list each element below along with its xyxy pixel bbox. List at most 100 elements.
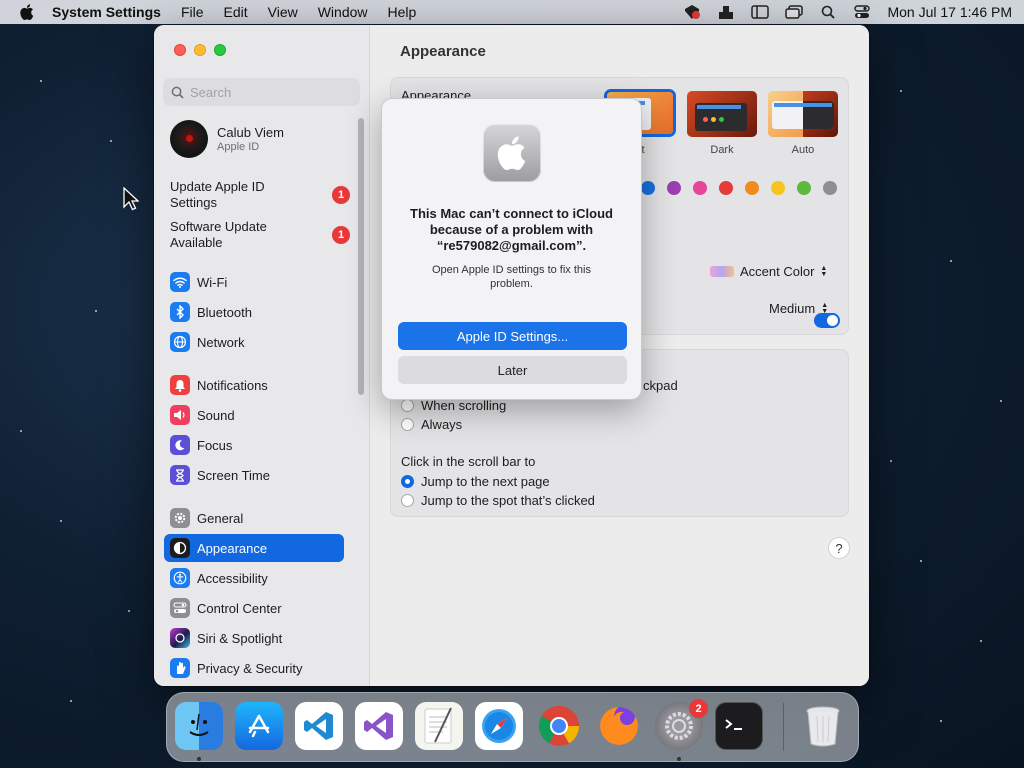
sidebar-scrollbar[interactable]	[358, 118, 364, 395]
sidebar-item-focus[interactable]: Focus	[164, 431, 344, 459]
menu-view[interactable]: View	[268, 4, 298, 20]
dock: 2	[166, 692, 859, 762]
list-status-icon[interactable]	[751, 4, 770, 20]
accent-color-swatch[interactable]	[719, 181, 733, 195]
safari-dock-icon[interactable]	[475, 702, 523, 750]
sidebar-item-appearance[interactable]: Appearance	[164, 534, 344, 562]
visual-studio-dock-icon[interactable]	[355, 702, 403, 750]
dark-appearance-thumbnail[interactable]	[687, 91, 757, 137]
textedit-dock-icon[interactable]	[415, 702, 463, 750]
vscode-dock-icon[interactable]	[295, 702, 343, 750]
accent-color-swatch[interactable]	[823, 181, 837, 195]
notice-label: Update Apple ID Settings	[170, 179, 265, 210]
trash-dock-icon[interactable]	[799, 702, 847, 750]
radio-always[interactable]: Always	[401, 417, 462, 432]
sidebar-item-notifications[interactable]: Notifications	[164, 371, 344, 399]
sidebar-item-label: Wi-Fi	[197, 274, 228, 290]
apple-menu-icon[interactable]	[20, 4, 36, 20]
auto-appearance-thumbnail[interactable]	[768, 91, 838, 137]
accent-color-swatch[interactable]	[667, 181, 681, 195]
wallpaper-tinting-toggle[interactable]	[814, 313, 840, 328]
radio-jump-next-page[interactable]: Jump to the next page	[401, 474, 550, 489]
account-name: Calub Viem	[217, 125, 284, 140]
menu-edit[interactable]: Edit	[224, 4, 248, 20]
menu-app-name[interactable]: System Settings	[52, 4, 161, 20]
search-input[interactable]	[190, 84, 350, 100]
icloud-alert-dialog: This Mac can’t connect to iCloud because…	[381, 98, 642, 400]
help-button[interactable]: ?	[828, 537, 850, 559]
accessibility-icon	[170, 568, 190, 588]
app-status-icon[interactable]	[683, 4, 701, 20]
sidebar-item-label: Notifications	[197, 377, 268, 393]
chrome-dock-icon[interactable]	[535, 702, 583, 750]
spotlight-search-icon[interactable]	[819, 4, 837, 20]
menu-file[interactable]: File	[181, 4, 204, 20]
sidebar-item-label: Focus	[197, 437, 233, 453]
update-apple-id-notice[interactable]: Update Apple ID Settings 1	[170, 179, 350, 211]
highlight-color-popup[interactable]: Accent Color ▲ ▼	[710, 264, 827, 279]
finder-running-indicator	[197, 757, 201, 761]
radio-button[interactable]	[401, 494, 414, 507]
upload-status-icon[interactable]	[717, 4, 735, 20]
sidebar-item-label: Network	[197, 334, 245, 350]
apple-id-settings-button[interactable]: Apple ID Settings...	[398, 322, 627, 350]
apple-logo-icon	[483, 124, 541, 182]
accent-color-swatch[interactable]	[745, 181, 759, 195]
radio-when-scrolling[interactable]: When scrolling	[401, 398, 506, 413]
close-window-button[interactable]	[174, 44, 186, 56]
zoom-window-button[interactable]	[214, 44, 226, 56]
minimize-window-button[interactable]	[194, 44, 206, 56]
sidebar-item-label: Appearance	[197, 540, 268, 556]
sidebar-item-bluetooth[interactable]: Bluetooth	[164, 298, 344, 326]
sidebar-item-privacy-security[interactable]: Privacy & Security	[164, 654, 344, 682]
click-scroll-bar-label: Click in the scroll bar to	[401, 454, 536, 469]
accent-color-swatch[interactable]	[693, 181, 707, 195]
notification-badge: 1	[332, 226, 350, 244]
sidebar-item-control-center[interactable]: Control Center	[164, 594, 344, 622]
sidebar-item-accessibility[interactable]: Accessibility	[164, 564, 344, 592]
search-box[interactable]	[163, 78, 360, 106]
sidebar-item-label: Siri & Spotlight	[197, 630, 283, 646]
bell-icon	[170, 375, 190, 395]
sidebar-item-label: Bluetooth	[197, 304, 252, 320]
hand-icon	[170, 658, 190, 678]
finder-dock-icon[interactable]	[175, 702, 223, 750]
accent-color-swatch[interactable]	[771, 181, 785, 195]
terminal-dock-icon[interactable]	[715, 702, 763, 750]
alert-title: This Mac can’t connect to iCloud because…	[410, 206, 613, 253]
sidebar-item-wifi[interactable]: Wi-Fi	[164, 268, 344, 296]
apple-id-account[interactable]: Calub Viem Apple ID	[170, 120, 284, 158]
menu-clock[interactable]: Mon Jul 17 1:46 PM	[887, 4, 1012, 20]
menu-window[interactable]: Window	[318, 4, 368, 20]
windows-status-icon[interactable]	[785, 4, 804, 20]
sidebar-item-label: Screen Time	[197, 467, 270, 483]
firefox-dock-icon[interactable]	[595, 702, 643, 750]
sidebar-item-label: Sound	[197, 407, 235, 423]
radio-button[interactable]	[401, 399, 414, 412]
sidebar-item-siri-spotlight[interactable]: Siri & Spotlight	[164, 624, 344, 652]
window-controls	[174, 44, 226, 56]
control-center-icon[interactable]	[853, 4, 871, 20]
system-settings-running-indicator	[677, 757, 681, 761]
radio-jump-spot-clicked[interactable]: Jump to the spot that’s clicked	[401, 493, 595, 508]
radio-button[interactable]	[401, 475, 414, 488]
sidebar-item-sound[interactable]: Sound	[164, 401, 344, 429]
alert-message: Open Apple ID settings to fix this probl…	[432, 264, 591, 290]
menu-help[interactable]: Help	[388, 4, 417, 20]
highlight-color-swatch-icon	[710, 266, 734, 277]
radio-button[interactable]	[401, 418, 414, 431]
accent-color-swatch[interactable]	[641, 181, 655, 195]
bluetooth-icon	[170, 302, 190, 322]
sidebar-item-network[interactable]: Network	[164, 328, 344, 356]
moon-icon	[170, 435, 190, 455]
sidebar-item-label: Accessibility	[197, 570, 268, 586]
later-button[interactable]: Later	[398, 356, 627, 384]
sidebar-item-screen-time[interactable]: Screen Time	[164, 461, 344, 489]
gear-icon	[170, 508, 190, 528]
sidebar-item-label: Privacy & Security	[197, 660, 303, 676]
app-store-dock-icon[interactable]	[235, 702, 283, 750]
sidebar-item-general[interactable]: General	[164, 504, 344, 532]
software-update-notice[interactable]: Software Update Available 1	[170, 219, 350, 251]
accent-color-swatch[interactable]	[797, 181, 811, 195]
radio-label: When scrolling	[421, 398, 507, 413]
